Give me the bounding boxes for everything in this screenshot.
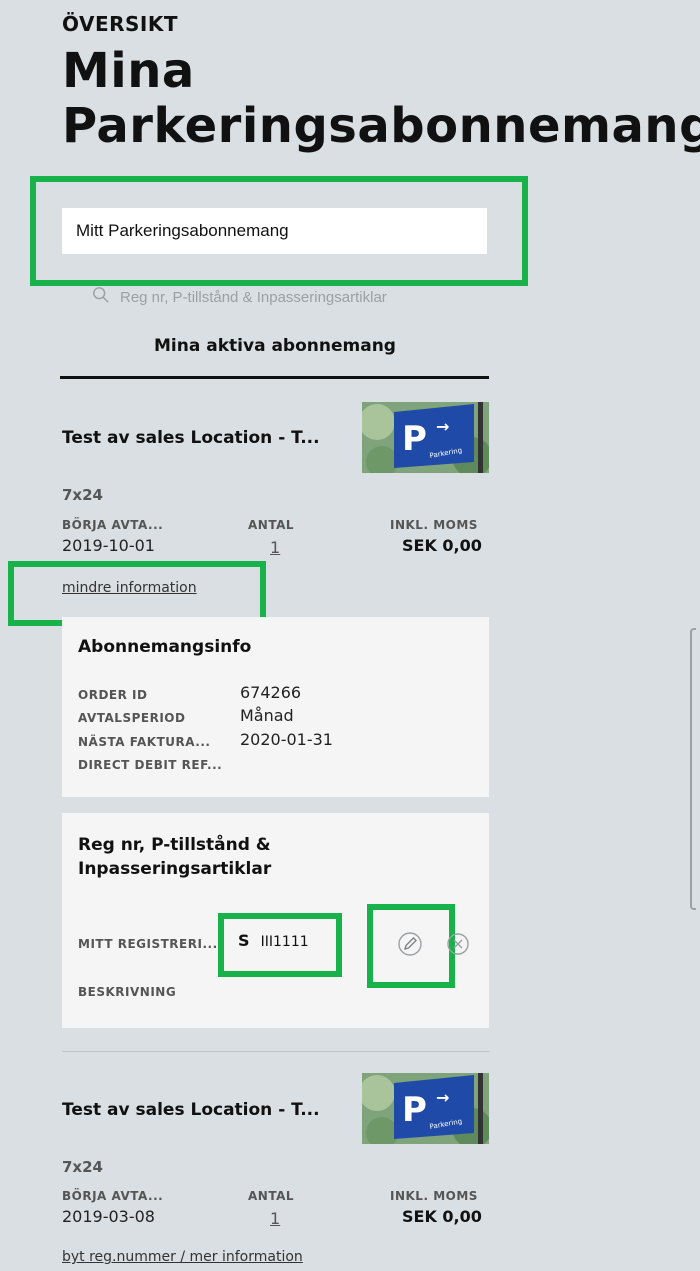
subscription-divider [62, 1051, 489, 1052]
tab-underline [60, 376, 489, 379]
vehicles-heading: Reg nr, P-tillstånd & Inpasseringsartikl… [78, 833, 271, 881]
svg-text:P: P [402, 1090, 427, 1130]
page-eyebrow: ÖVERSIKT [62, 12, 178, 36]
vehicles-heading-line2: Inpasseringsartiklar [78, 859, 272, 879]
order-id-row: ORDER ID 674266 [78, 683, 478, 707]
price-value: SEK 0,00 [402, 1207, 482, 1226]
quantity-label: ANTAL [248, 518, 295, 532]
next-invoice-row: NÄSTA FAKTURA... 2020-01-31 [78, 730, 478, 754]
quantity-value[interactable]: 1 [270, 538, 280, 557]
search-placeholder: Reg nr, P-tillstånd & Inpasseringsartikl… [120, 288, 387, 306]
subscription-title[interactable]: Test av sales Location - T... [62, 1100, 320, 1120]
vehicles-heading-line1: Reg nr, P-tillstånd & [78, 835, 271, 855]
plan-type: 7x24 [62, 486, 103, 504]
plan-type: 7x24 [62, 1158, 103, 1176]
tab-active-subscriptions[interactable]: Mina aktiva abonnemang [62, 336, 488, 356]
search-field[interactable]: Reg nr, P-tillstånd & Inpasseringsartikl… [92, 283, 492, 311]
order-id-label: ORDER ID [78, 688, 148, 702]
subscription-info-panel: Abonnemangsinfo ORDER ID 674266 AVTALSPE… [62, 617, 489, 797]
start-date-value: 2019-03-08 [62, 1207, 155, 1226]
order-id-value: 674266 [240, 683, 302, 702]
subscription-info-heading: Abonnemangsinfo [78, 637, 252, 657]
highlight-registration [218, 913, 342, 977]
subscription-title[interactable]: Test av sales Location - T... [62, 428, 320, 448]
svg-text:P: P [402, 419, 427, 459]
parking-sign-image: P → Parkering [359, 402, 492, 478]
subscription-select[interactable]: Mitt Parkeringsabonnemang [62, 208, 487, 254]
price-label: INKL. MOMS [390, 1189, 478, 1203]
search-icon [92, 286, 110, 308]
page-title: Mina Parkeringsabonnemang [62, 44, 700, 154]
quantity-label: ANTAL [248, 1189, 295, 1203]
period-value: Månad [240, 706, 294, 725]
change-reg-more-info-link[interactable]: byt reg.nummer / mer information [62, 1249, 303, 1265]
edit-pencil-icon[interactable] [396, 930, 424, 958]
page-title-line1: Mina [62, 43, 195, 99]
next-invoice-label: NÄSTA FAKTURA... [78, 735, 211, 749]
direct-debit-row: DIRECT DEBIT REF... [78, 753, 478, 777]
start-date-label: BÖRJA AVTA... [62, 1189, 164, 1203]
remove-circle-x-icon[interactable] [444, 930, 472, 958]
next-invoice-value: 2020-01-31 [240, 730, 333, 749]
quantity-value[interactable]: 1 [270, 1209, 280, 1228]
scroll-indicator[interactable] [690, 628, 696, 910]
description-label: BESKRIVNING [78, 985, 177, 999]
start-date-value: 2019-10-01 [62, 536, 155, 555]
start-date-label: BÖRJA AVTA... [62, 518, 164, 532]
registration-label: MITT REGISTRERI... [78, 937, 218, 951]
less-information-link[interactable]: mindre information [62, 580, 197, 596]
direct-debit-label: DIRECT DEBIT REF... [78, 758, 223, 772]
parking-sign-image: P → Parkering [359, 1073, 492, 1149]
page-title-line2: Parkeringsabonnemang [62, 98, 700, 154]
svg-text:→: → [436, 1088, 449, 1107]
price-value: SEK 0,00 [402, 536, 482, 555]
period-label: AVTALSPERIOD [78, 711, 186, 725]
period-row: AVTALSPERIOD Månad [78, 706, 478, 730]
price-label: INKL. MOMS [390, 518, 478, 532]
svg-text:→: → [436, 417, 449, 436]
